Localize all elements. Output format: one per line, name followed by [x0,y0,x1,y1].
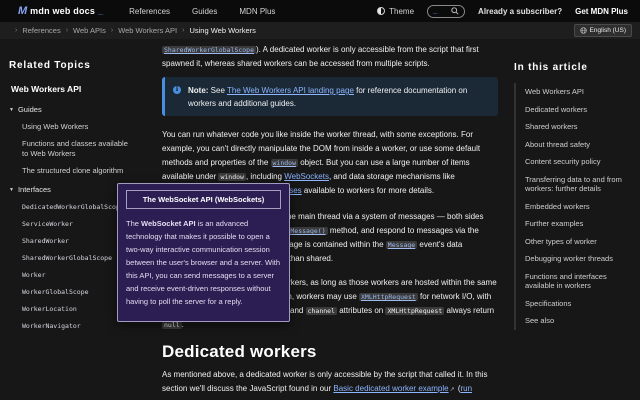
search-input[interactable]: _ [427,4,466,18]
tooltip-body: The WebSocket API is an advanced technol… [126,219,281,306]
tooltip-title: The WebSocket API (WebSockets) [126,190,281,209]
note-text: Note: See The Web Workers API landing pa… [188,86,468,108]
sidebar-root-link[interactable]: Web Workers API [9,84,134,94]
toc-item[interactable]: Transferring data to and from workers: f… [514,170,636,198]
language-button[interactable]: English (US) [573,24,632,37]
nav-item[interactable]: MDN Plus [239,7,275,16]
toc-sidebar: In this article Web Workers API Dedicated… [514,39,636,330]
inline-code: window [218,173,246,181]
note-callout: i Note: See The Web Workers API landing … [162,77,498,116]
breadcrumb-item[interactable]: Using Web Workers [189,26,255,35]
search-icon [451,7,459,15]
external-link-icon: ↗ [449,387,455,393]
info-icon: i [173,86,181,94]
toc-item[interactable]: Embedded workers [514,197,636,215]
toc-item[interactable]: Other types of worker [514,232,636,250]
list-item: The structured clone algorithm [22,166,134,176]
section-heading-dedicated-workers: Dedicated workers [162,342,317,361]
mdn-logo[interactable]: M mdn web docs _ [18,5,103,17]
text-segment: WebSocket API [141,219,196,228]
sidebar-item[interactable]: Functions and classes available to Web W… [22,139,134,159]
xmlhttprequest-link[interactable]: XMLHttpRequest [359,293,418,301]
breadcrumb-bar: › References › Web APIs › Web Workers AP… [0,22,640,39]
sidebar-item[interactable]: The structured clone algorithm [22,166,134,176]
sharedworkerglobalscope-link[interactable]: SharedWorkerGlobalScope [162,46,257,54]
header-actions: Theme _ Already a subscriber? Get MDN Pl… [377,4,628,18]
nav-item[interactable]: Guides [192,7,217,16]
web-workers-api-landing-page-link[interactable]: The Web Workers API landing page [227,86,354,95]
sidebar-heading: Related Topics [9,60,91,71]
inline-code: XMLHttpRequest [385,307,445,315]
mdn-logo-text: mdn web docs [30,6,96,16]
theme-toggle-button[interactable]: Theme [377,7,414,16]
sidebar-section-label: Interfaces [17,185,51,194]
sidebar-item[interactable]: WorkerNavigator [22,321,134,331]
breadcrumb-item[interactable]: Web Workers API [118,26,177,35]
mdn-logo-caret: _ [98,6,104,16]
inline-code: null [162,321,182,329]
sidebar-interfaces-list: DedicatedWorkerGlobalScope ServiceWorker S… [9,202,134,331]
sidebar-guides-list: Using Web Workers Functions and classes a… [9,122,134,176]
list-item: Using Web Workers [22,122,134,132]
message-link[interactable]: Message [385,241,418,249]
basic-dedicated-worker-example-link[interactable]: Basic dedicated worker example [333,384,448,393]
chevron-down-icon: ▼ [9,106,14,113]
window-link[interactable]: window [270,159,298,167]
mdn-logo-icon: M [18,5,28,17]
paragraph: As mentioned above, a dedicated worker i… [162,368,498,400]
already-subscriber-link[interactable]: Already a subscriber? [478,7,562,16]
main-nav: References Guides MDN Plus [129,7,275,16]
inline-code: channel [305,307,337,315]
toc-item[interactable]: Debugging worker threads [514,250,636,268]
sidebar-item[interactable]: Using Web Workers [22,122,134,132]
toc-list: Web Workers API Dedicated workers Shared w… [514,83,636,330]
sidebar-section-label: Guides [17,105,42,114]
search-caret: _ [433,6,438,15]
globe-icon [579,27,587,34]
site-header: M mdn web docs _ References Guides MDN Plu… [0,0,640,22]
toc-item[interactable]: Specifications [514,294,636,312]
nav-item[interactable]: References [129,7,170,16]
toc-item[interactable]: About thread safety [514,135,636,153]
list-item: WorkerNavigator [22,321,134,331]
breadcrumb-separator: › [65,27,69,34]
breadcrumb-item[interactable]: References [22,26,60,35]
theme-icon [377,7,386,15]
toc-item[interactable]: See also [514,312,636,330]
breadcrumb-separator: › [15,27,18,34]
sidebar-section-interfaces[interactable]: ▼ Interfaces [9,185,134,194]
toc-heading: In this article [514,62,588,73]
websocket-tooltip: The WebSocket API (WebSockets) The WebSo… [117,183,290,322]
toc-item[interactable]: Dedicated workers [514,100,636,118]
toc-item[interactable]: Web Workers API [514,83,636,101]
sidebar-section-guides[interactable]: ▼ Guides [9,105,134,114]
toc-item[interactable]: Further examples [514,215,636,233]
breadcrumb-separator: › [110,27,114,34]
breadcrumb: › References › Web APIs › Web Workers AP… [10,26,256,35]
get-mdn-plus-button[interactable]: Get MDN Plus [575,7,628,16]
toc-item[interactable]: Content security policy [514,153,636,171]
toc-item[interactable]: Shared workers [514,118,636,136]
websockets-link[interactable]: WebSockets [284,172,329,181]
toc-item[interactable]: Functions and interfaces available in wo… [514,267,636,295]
breadcrumb-separator: › [182,27,185,34]
chevron-down-icon: ▼ [9,186,14,193]
list-item: Functions and classes available to Web W… [22,139,134,159]
language-label: English (US) [589,27,626,34]
text-segment: Note: [188,86,209,95]
breadcrumb-item[interactable]: Web APIs [73,26,106,35]
paragraph: SharedWorkerGlobalScope). A dedicated wo… [162,45,479,68]
theme-label: Theme [389,6,415,16]
